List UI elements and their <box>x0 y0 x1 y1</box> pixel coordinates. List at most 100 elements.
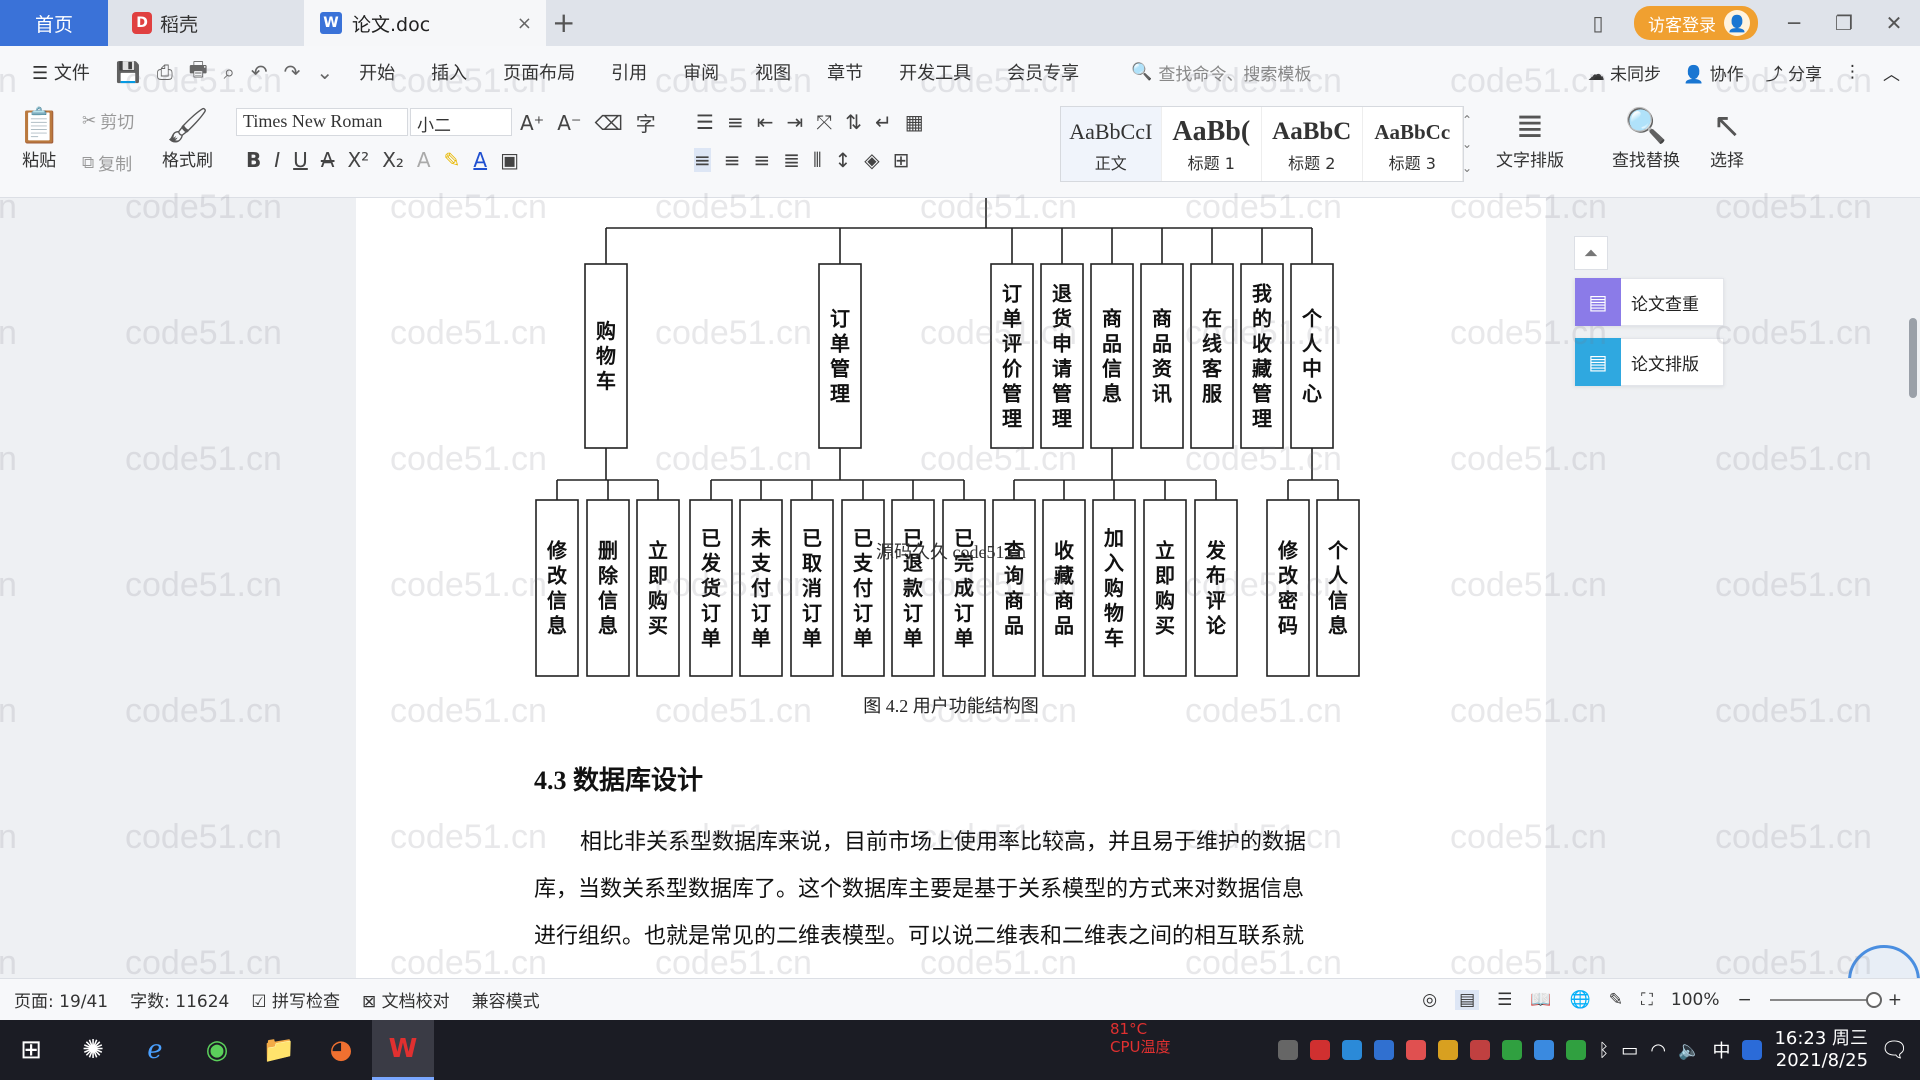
strikethrough-icon[interactable]: A <box>321 148 335 172</box>
save-icon[interactable]: 💾 <box>116 60 141 84</box>
share-button[interactable]: ⤴ 分享 <box>1766 60 1822 85</box>
align-right-icon[interactable]: ≡ <box>754 148 771 172</box>
style-normal[interactable]: AaBbCcI 正文 <box>1061 107 1162 181</box>
scroll-thumb[interactable] <box>1909 318 1917 398</box>
distribute-icon[interactable]: ⫴ <box>813 148 821 172</box>
restore-button[interactable]: ❐ <box>1830 11 1858 35</box>
increase-indent-icon[interactable]: ⇥ <box>786 110 803 134</box>
more-options-icon[interactable]: ⋮ <box>1844 62 1861 82</box>
eye-protection-icon[interactable]: ◎ <box>1422 990 1437 1010</box>
tray-search-icon[interactable] <box>1742 1040 1763 1060</box>
read-view-icon[interactable]: 📖 <box>1530 990 1551 1010</box>
tab-daoke[interactable]: D 稻壳 <box>112 0 302 46</box>
superscript-icon[interactable]: X² <box>347 148 369 172</box>
tray-monitor-icon[interactable] <box>1278 1040 1299 1060</box>
wifi-icon[interactable]: ◠ <box>1650 1040 1666 1061</box>
menu-tab[interactable]: 章节 <box>817 55 873 89</box>
tray-app-icon[interactable] <box>1438 1040 1459 1060</box>
justify-icon[interactable]: ≣ <box>783 148 800 172</box>
zoom-level[interactable]: 100% <box>1671 990 1720 1010</box>
word-count[interactable]: 字数: 11624 <box>130 987 229 1012</box>
bold-icon[interactable]: B <box>246 148 261 172</box>
notification-icon[interactable]: 🗨 <box>1880 1038 1908 1063</box>
zoom-slider-knob[interactable] <box>1865 991 1882 1008</box>
zoom-out-icon[interactable]: − <box>1738 990 1752 1010</box>
table-grid-icon[interactable]: ▦ <box>905 110 924 134</box>
tab-home[interactable]: 首页 <box>0 0 108 46</box>
menu-tab[interactable]: 引用 <box>601 55 657 89</box>
system-clock[interactable]: 16:23 周三 2021/8/25 <box>1774 1028 1868 1072</box>
web-view-icon[interactable]: 🌐 <box>1570 990 1591 1010</box>
text-effect-icon[interactable]: A <box>417 148 431 172</box>
line-spacing-icon[interactable]: ↕ <box>834 148 851 172</box>
subscript-icon[interactable]: X₂ <box>382 148 404 172</box>
bullet-list-icon[interactable]: ☰ <box>696 110 714 134</box>
command-search[interactable]: 🔍 查找命令、搜索模板 <box>1131 60 1311 85</box>
undo-icon[interactable]: ↶ <box>251 60 268 84</box>
font-color-icon[interactable]: A <box>473 148 487 172</box>
browser-360-icon[interactable]: ◉ <box>186 1020 248 1080</box>
menu-tab[interactable]: 审阅 <box>673 55 729 89</box>
show-marks-icon[interactable]: ↵ <box>875 110 892 134</box>
menu-tab[interactable]: 插入 <box>421 55 477 89</box>
style-heading-2[interactable]: AaBbC 标题 2 <box>1262 107 1363 181</box>
more-chevron-icon[interactable]: ⌄ <box>316 60 333 84</box>
sync-status[interactable]: ☁ 未同步 <box>1588 60 1661 85</box>
zoom-in-icon[interactable]: + <box>1888 990 1902 1010</box>
wps-taskbar-icon[interactable]: W <box>372 1020 434 1080</box>
menu-tab[interactable]: 开发工具 <box>889 55 981 89</box>
align-left-icon[interactable]: ≡ <box>694 148 711 172</box>
new-tab-button[interactable]: + <box>552 6 575 39</box>
borders-icon[interactable]: ⊞ <box>893 148 910 172</box>
italic-icon[interactable]: I <box>274 148 280 172</box>
paste-button[interactable]: 📋 粘贴 <box>18 106 60 171</box>
tray-app-icon[interactable] <box>1342 1040 1363 1060</box>
tray-app-icon[interactable] <box>1502 1040 1523 1060</box>
page-count[interactable]: 页面: 19/41 <box>14 987 108 1012</box>
document-page[interactable]: 购物车 订单管理 订单评价管理 退货申请管理 商品信息 商品资讯 在线客服 我的收藏管理 个人中… <box>356 198 1546 978</box>
style-heading-1[interactable]: AaBb(标题 1 <box>1162 107 1262 181</box>
shrink-font-icon[interactable]: A⁻ <box>557 111 581 135</box>
style-gallery-scroll[interactable]: ⌃ ⌄ ⌄ <box>1462 108 1472 180</box>
menu-tab[interactable]: 视图 <box>745 55 801 89</box>
redo-icon[interactable]: ↷ <box>284 60 301 84</box>
format-painter-button[interactable]: 🖌 格式刷 <box>162 106 213 171</box>
fit-page-icon[interactable]: ⛶ <box>1641 990 1653 1010</box>
highlight-icon[interactable]: ✎ <box>444 148 461 172</box>
paper-format-button[interactable]: ▤ 论文排版 <box>1574 338 1724 386</box>
file-menu[interactable]: ☰ 文件 <box>22 55 100 89</box>
guest-login-button[interactable]: 访客登录 👤 <box>1634 6 1758 40</box>
sidebar-toggle-icon[interactable]: ▯ <box>1584 11 1612 35</box>
zoom-slider[interactable] <box>1769 991 1882 1008</box>
collab-button[interactable]: 👤 协作 <box>1683 60 1744 85</box>
outline-view-icon[interactable]: ☰ <box>1497 990 1512 1010</box>
bluetooth-icon[interactable]: ᛒ <box>1598 1040 1609 1061</box>
windows-start-icon[interactable]: ⊞ <box>0 1020 62 1080</box>
ie-browser-icon[interactable]: ℯ <box>124 1020 186 1080</box>
tray-app-icon[interactable] <box>1470 1040 1491 1060</box>
ime-indicator[interactable]: 中 <box>1712 1037 1730 1063</box>
tray-app-icon[interactable] <box>1310 1040 1331 1060</box>
tray-qq-icon[interactable] <box>1406 1040 1427 1060</box>
font-size-select[interactable]: 小二 <box>410 108 512 136</box>
find-replace-button[interactable]: 🔍 查找替换 <box>1612 106 1680 171</box>
style-heading-3[interactable]: AaBbCc 标题 3 <box>1363 107 1463 181</box>
paper-check-button[interactable]: ▤ 论文查重 <box>1574 278 1724 326</box>
menu-tab[interactable]: 开始 <box>349 55 405 89</box>
print-preview-icon[interactable]: ⌕ <box>224 60 235 84</box>
clear-format-icon[interactable]: ⌫ <box>595 111 623 135</box>
close-button[interactable]: ✕ <box>1880 11 1908 35</box>
tab-document[interactable]: W 论文.doc × <box>304 0 546 46</box>
pinyin-icon[interactable]: 字 <box>636 108 656 137</box>
media-app-icon[interactable]: ◕ <box>310 1020 372 1080</box>
write-mode-icon[interactable]: ✎ <box>1609 990 1623 1010</box>
numbered-list-icon[interactable]: ≡ <box>727 110 744 134</box>
menu-tab[interactable]: 页面布局 <box>493 55 585 89</box>
collapse-ribbon-icon[interactable]: ︿ <box>1883 60 1900 85</box>
minimize-button[interactable]: ─ <box>1780 11 1808 35</box>
tray-app-icon[interactable] <box>1534 1040 1555 1060</box>
print-icon[interactable]: 🖶 <box>189 55 208 89</box>
vertical-scrollbar[interactable] <box>1906 198 1920 978</box>
select-button[interactable]: ↖ 选择 <box>1710 106 1744 171</box>
copy-button[interactable]: ⧉ 复制 <box>82 150 132 176</box>
